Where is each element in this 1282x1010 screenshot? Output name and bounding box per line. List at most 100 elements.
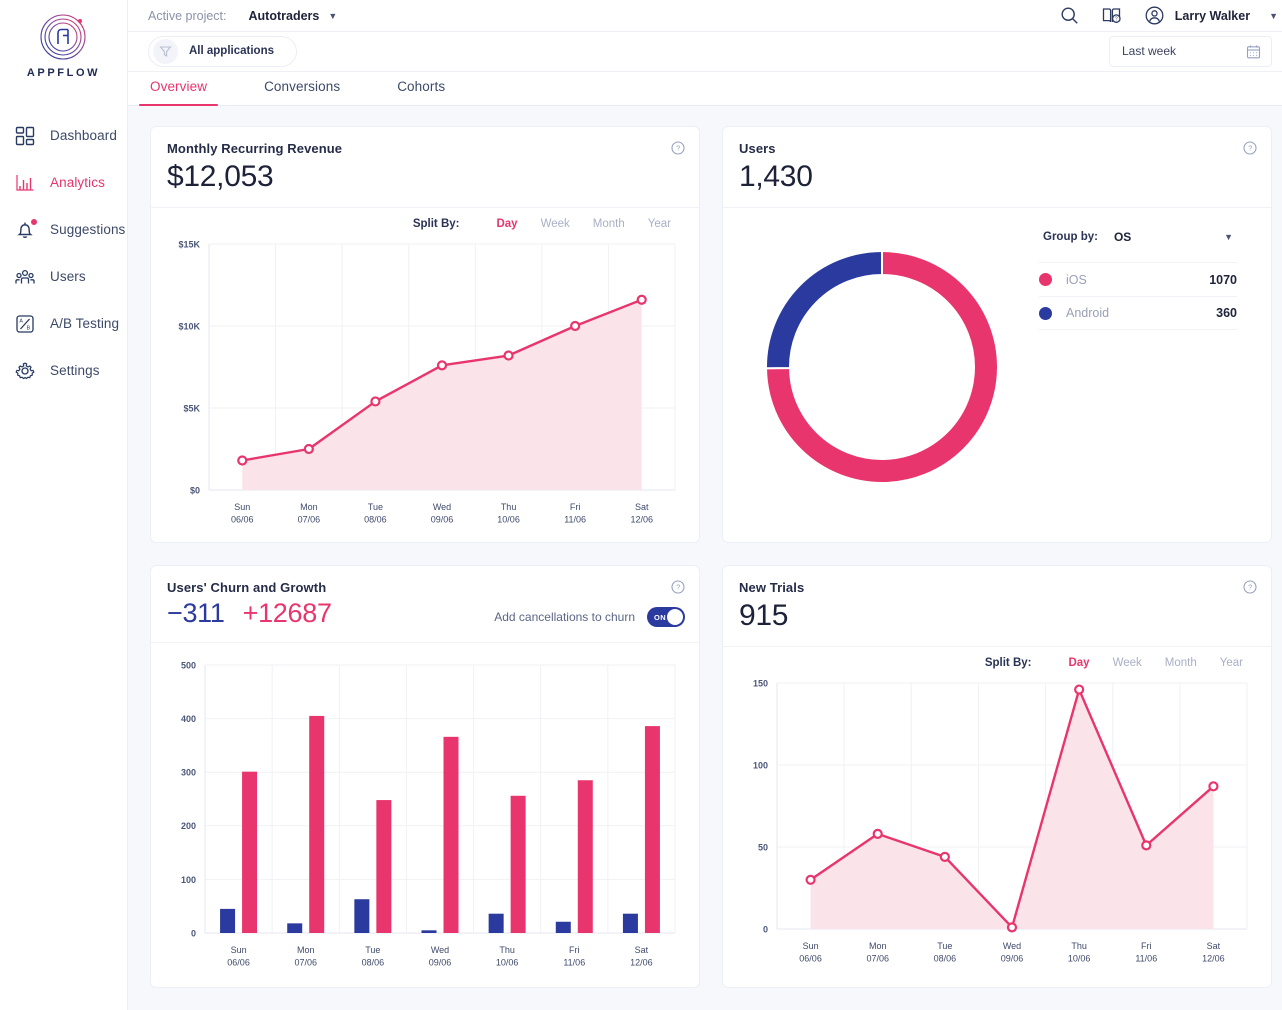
analytics-bars-icon	[14, 172, 36, 194]
svg-text:Sun: Sun	[803, 941, 819, 951]
sidebar-item-label: Settings	[50, 363, 100, 378]
svg-text:06/06: 06/06	[231, 515, 254, 525]
sidebar-item-users[interactable]: Users	[0, 253, 127, 300]
user-menu[interactable]: Larry Walker ▼	[1144, 5, 1278, 26]
help-icon[interactable]: ?	[1243, 580, 1257, 599]
svg-text:08/06: 08/06	[362, 958, 385, 968]
funnel-icon	[153, 39, 178, 64]
sidebar-nav: Dashboard Analytics	[0, 112, 127, 394]
card-body: Split By: Day Week Month Year $0$5K$10K$…	[151, 208, 699, 542]
card-value: 1,430	[739, 160, 1253, 194]
sidebar-item-settings[interactable]: Settings	[0, 347, 127, 394]
legend-item-ios[interactable]: iOS 1070	[1039, 262, 1237, 296]
svg-text:06/06: 06/06	[227, 958, 250, 968]
split-option-month[interactable]: Month	[593, 218, 625, 230]
app-root: APPFLOW Dashboard	[0, 0, 1282, 1010]
top-bar: Active project: Autotraders ▼	[128, 0, 1282, 32]
svg-text:100: 100	[753, 760, 768, 770]
split-by-control-mrr: Split By: Day Week Month Year	[165, 218, 685, 230]
tab-bar: Overview Conversions Cohorts	[128, 72, 1282, 106]
svg-text:Tue: Tue	[368, 502, 383, 512]
card-title: New Trials	[739, 580, 1253, 595]
svg-text:12/06: 12/06	[1202, 954, 1225, 964]
users-legend-panel: Group by: OS ▼ iOS 1070	[1027, 224, 1257, 330]
churn-growth-bar-chart[interactable]: 0100200300400500Sun06/06Mon07/06Tue08/06…	[165, 653, 685, 975]
sidebar-item-ab-testing[interactable]: A B A/B Testing	[0, 300, 127, 347]
toggle-state-text: ON	[654, 613, 666, 622]
add-cancellations-toggle[interactable]: ON	[647, 607, 685, 627]
svg-text:Fri: Fri	[1141, 941, 1152, 951]
card-header: Users 1,430 ?	[723, 127, 1271, 208]
help-icon[interactable]: ?	[671, 141, 685, 160]
svg-text:09/06: 09/06	[1001, 954, 1024, 964]
active-project-value[interactable]: Autotraders	[249, 9, 320, 23]
tab-cohorts[interactable]: Cohorts	[397, 79, 445, 105]
split-option-year[interactable]: Year	[648, 218, 671, 230]
svg-text:08/06: 08/06	[364, 515, 387, 525]
mrr-area-chart[interactable]: $0$5K$10K$15KSun06/06Mon07/06Tue08/06Wed…	[165, 230, 685, 530]
help-icon[interactable]: ?	[1243, 141, 1257, 160]
svg-text:10/06: 10/06	[1068, 954, 1091, 964]
legend-item-android[interactable]: Android 360	[1039, 296, 1237, 330]
card-body: 0100200300400500Sun06/06Mon07/06Tue08/06…	[151, 643, 699, 987]
main-area: Active project: Autotraders ▼	[128, 0, 1282, 1010]
users-donut-chart[interactable]	[757, 242, 1007, 492]
sidebar-item-dashboard[interactable]: Dashboard	[0, 112, 127, 159]
churn-value: −311	[167, 598, 225, 629]
help-icon[interactable]: ?	[671, 580, 685, 599]
app-logo[interactable]: APPFLOW	[27, 8, 100, 79]
group-by-control[interactable]: Group by: OS ▼	[1039, 224, 1237, 262]
split-option-day[interactable]: Day	[496, 218, 517, 230]
date-range-picker[interactable]: Last week	[1109, 36, 1272, 67]
chevron-down-icon[interactable]: ▼	[1224, 232, 1233, 242]
svg-text:06/06: 06/06	[799, 954, 822, 964]
svg-text:12/06: 12/06	[630, 515, 653, 525]
split-option-year[interactable]: Year	[1220, 657, 1243, 669]
all-applications-filter[interactable]: All applications	[148, 36, 297, 67]
legend-value: 360	[1216, 306, 1237, 320]
svg-text:200: 200	[181, 821, 196, 831]
svg-text:0: 0	[763, 924, 768, 934]
tab-overview[interactable]: Overview	[150, 79, 207, 105]
sidebar-item-analytics[interactable]: Analytics	[0, 159, 127, 206]
avatar-icon	[1144, 5, 1165, 26]
split-option-month[interactable]: Month	[1165, 657, 1197, 669]
legend-color-swatch	[1039, 273, 1052, 286]
svg-text:Sun: Sun	[234, 502, 250, 512]
sidebar-item-suggestions[interactable]: Suggestions	[0, 206, 127, 253]
chevron-down-icon[interactable]: ▼	[1269, 11, 1278, 21]
sidebar-item-label: Analytics	[50, 175, 105, 190]
svg-text:$10K: $10K	[178, 321, 200, 331]
card-body: Split By: Day Week Month Year 050100150S…	[723, 647, 1271, 981]
svg-text:09/06: 09/06	[429, 958, 452, 968]
cancellations-toggle-group: Add cancellations to churn ON	[494, 607, 685, 627]
svg-text:Mon: Mon	[297, 945, 315, 955]
chevron-down-icon[interactable]: ▼	[328, 11, 337, 21]
tab-conversions[interactable]: Conversions	[264, 79, 340, 105]
svg-text:?: ?	[676, 146, 680, 153]
toggle-knob	[667, 609, 683, 625]
sidebar-item-label: Suggestions	[50, 222, 125, 237]
card-title: Users' Churn and Growth	[167, 580, 681, 595]
svg-text:Wed: Wed	[431, 945, 449, 955]
split-option-week[interactable]: Week	[541, 218, 570, 230]
svg-text:07/06: 07/06	[294, 958, 317, 968]
legend-label: iOS	[1066, 273, 1087, 287]
card-users-churn-and-growth: Users' Churn and Growth −311 +12687 ? Ad…	[150, 565, 700, 988]
book-help-icon[interactable]: ?	[1101, 6, 1122, 25]
svg-text:?: ?	[1115, 16, 1118, 22]
search-icon[interactable]	[1060, 6, 1079, 25]
split-option-day[interactable]: Day	[1068, 657, 1089, 669]
svg-text:?: ?	[1248, 585, 1252, 592]
new-trials-area-chart[interactable]: 050100150Sun06/06Mon07/06Tue08/06Wed09/0…	[737, 669, 1257, 969]
svg-text:$15K: $15K	[178, 239, 200, 249]
split-option-week[interactable]: Week	[1113, 657, 1142, 669]
users-donut-wrap	[737, 224, 1027, 492]
svg-text:Sat: Sat	[635, 945, 649, 955]
dashboard-grid-icon	[14, 125, 36, 147]
tab-label: Overview	[150, 79, 207, 94]
group-by-value: OS	[1114, 230, 1131, 244]
svg-text:Thu: Thu	[499, 945, 515, 955]
tab-label: Conversions	[264, 79, 340, 94]
svg-text:B: B	[27, 325, 31, 331]
